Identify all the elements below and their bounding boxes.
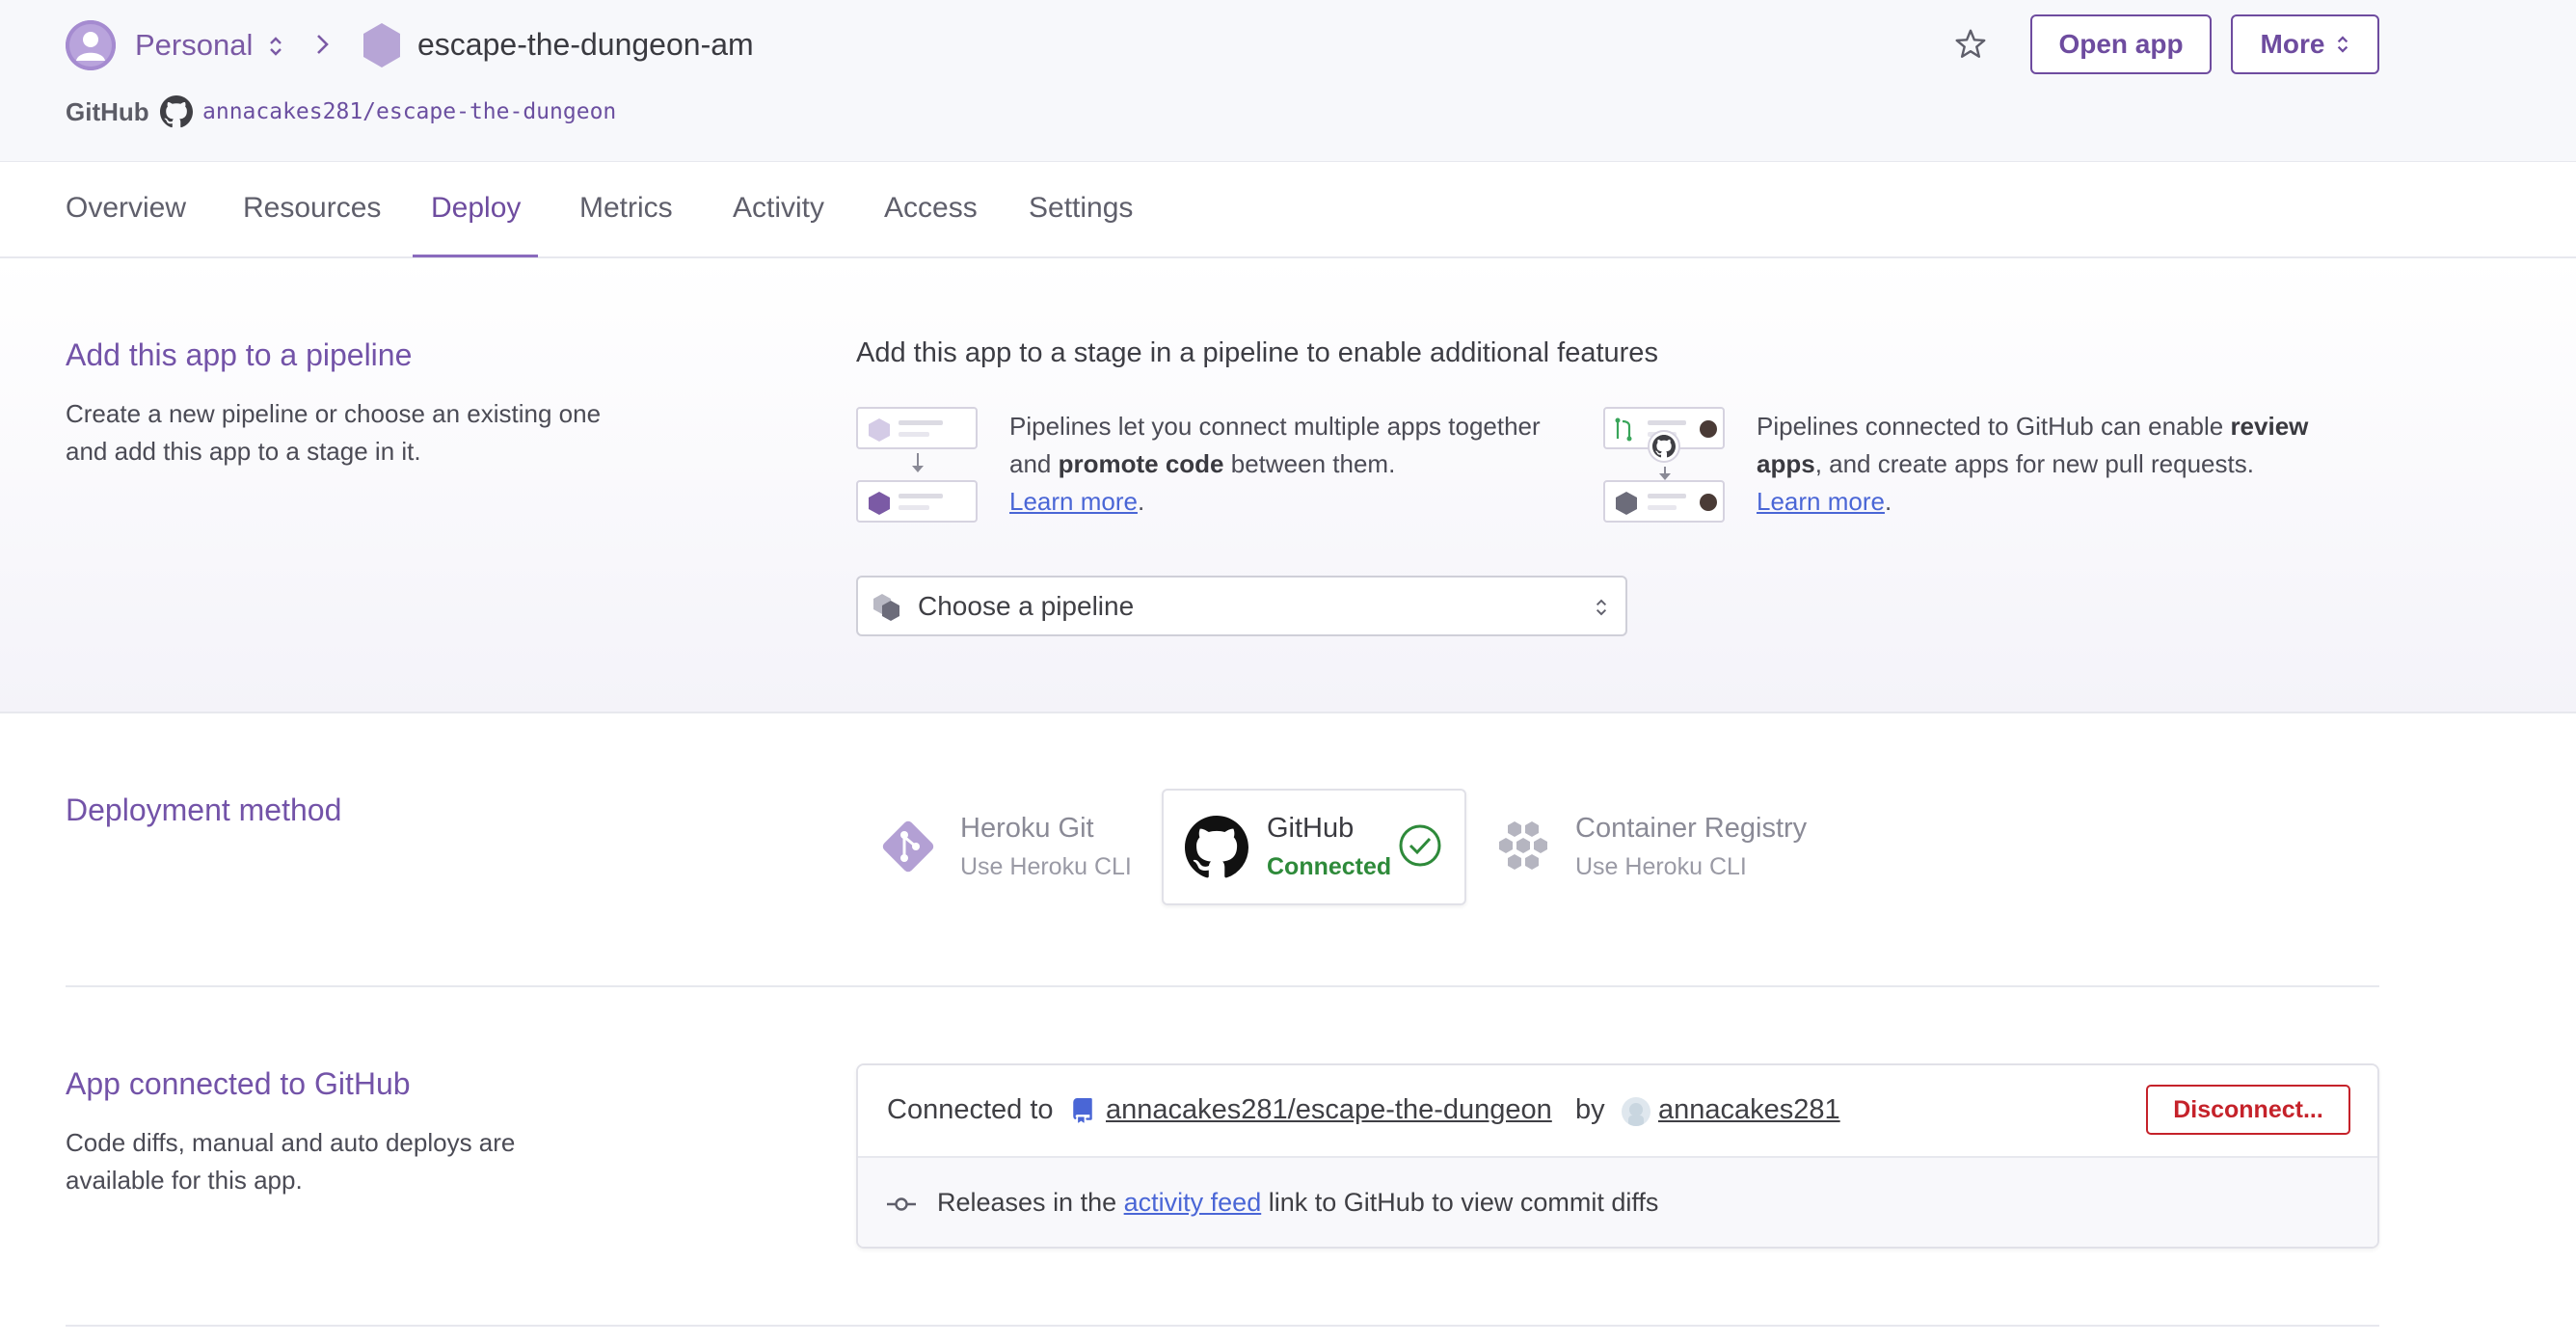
repo-link[interactable]: annacakes281/escape-the-dungeon xyxy=(1106,1065,1552,1154)
heroku-git-icon xyxy=(882,820,934,873)
section-divider xyxy=(66,985,2379,987)
releases-text: Releases in the activity feed link to Gi… xyxy=(937,1158,1658,1247)
tab-resources[interactable]: Resources xyxy=(243,162,381,256)
github-icon xyxy=(1652,435,1676,458)
activity-feed-link[interactable]: activity feed xyxy=(1124,1188,1262,1217)
feature-promote-text: Pipelines let you connect multiple apps … xyxy=(1009,408,1549,521)
chevron-updown-icon[interactable] xyxy=(268,35,283,58)
feature-promote-bold: promote code xyxy=(1058,449,1224,478)
feature-promote-tail: . xyxy=(1137,487,1145,516)
deployment-method-title: Deployment method xyxy=(66,793,342,827)
feature-review-post: , and create apps for new pull requests. xyxy=(1814,449,2254,478)
method-github-status: Connected xyxy=(1267,853,1392,880)
connected-description: Code diffs, manual and auto deploys are … xyxy=(66,1128,516,1195)
method-container-registry[interactable]: Container Registry Use Heroku CLI xyxy=(1494,800,1841,897)
learn-more-link[interactable]: Learn more xyxy=(1009,487,1138,516)
more-button[interactable]: More xyxy=(2231,14,2379,74)
releases-pre: Releases in the xyxy=(937,1188,1117,1217)
method-github[interactable]: GitHub Connected xyxy=(1162,789,1466,905)
method-container-title: Container Registry xyxy=(1575,813,1808,844)
connected-title: App connected to GitHub xyxy=(66,1066,411,1101)
tab-overview[interactable]: Overview xyxy=(66,162,186,256)
tab-deploy[interactable]: Deploy xyxy=(431,162,521,256)
pipeline-select[interactable]: Choose a pipeline xyxy=(856,576,1627,636)
promote-diagram-icon xyxy=(856,407,981,524)
github-icon xyxy=(1185,816,1248,878)
commit-icon xyxy=(887,1197,916,1211)
chevron-updown-icon xyxy=(1596,599,1607,616)
repo-icon xyxy=(1073,1098,1092,1123)
tab-metrics[interactable]: Metrics xyxy=(579,162,673,256)
method-container-sub: Use Heroku CLI xyxy=(1575,853,1747,880)
connected-to-label: Connected to xyxy=(887,1094,1054,1125)
personal-avatar-icon[interactable] xyxy=(66,20,116,70)
open-app-label: Open app xyxy=(2058,29,2184,59)
github-repo-path[interactable]: annacakes281/escape-the-dungeon xyxy=(202,97,616,126)
learn-more-link[interactable]: Learn more xyxy=(1757,487,1885,516)
github-connection-card: Connected to annacakes281/escape-the-dun… xyxy=(856,1063,2379,1249)
app-tabs: Overview Resources Deploy Metrics Activi… xyxy=(0,162,2576,258)
app-name: escape-the-dungeon-am xyxy=(417,27,754,62)
disconnect-button[interactable]: Disconnect... xyxy=(2146,1085,2350,1135)
method-heroku-git-title: Heroku Git xyxy=(960,813,1094,844)
pipeline-icon xyxy=(873,594,899,621)
open-app-button[interactable]: Open app xyxy=(2030,14,2212,74)
method-heroku-git-sub: Use Heroku CLI xyxy=(960,853,1132,880)
breadcrumb-chevron-right-icon xyxy=(317,35,329,54)
section-divider xyxy=(66,1325,2379,1327)
github-icon xyxy=(160,95,193,128)
check-circle-icon xyxy=(1399,824,1441,867)
pipeline-lead: Add this app to a stage in a pipeline to… xyxy=(856,337,1658,368)
team-switcher[interactable]: Personal xyxy=(135,26,253,65)
active-tab-indicator xyxy=(413,255,538,257)
feature-review-apps-text: Pipelines connected to GitHub can enable… xyxy=(1757,408,2374,521)
pipeline-title: Add this app to a pipeline xyxy=(66,337,413,372)
by-label: by xyxy=(1575,1094,1605,1125)
more-label: More xyxy=(2260,29,2325,59)
github-label: GitHub xyxy=(66,97,149,126)
container-registry-icon xyxy=(1499,821,1547,870)
app-hexagon-icon xyxy=(363,23,400,67)
method-heroku-git[interactable]: Heroku Git Use Heroku CLI xyxy=(873,800,1153,897)
connection-row: Connected to annacakes281/escape-the-dun… xyxy=(858,1065,2377,1158)
tab-activity[interactable]: Activity xyxy=(733,162,824,256)
disconnect-label: Disconnect... xyxy=(2173,1095,2323,1123)
app-header: Personal escape-the-dungeon-am GitHub an… xyxy=(0,0,2576,163)
feature-review-tail: . xyxy=(1884,487,1892,516)
review-apps-diagram-icon xyxy=(1603,407,1729,524)
feature-review-pre: Pipelines connected to GitHub can enable xyxy=(1757,412,2231,441)
method-github-title: GitHub xyxy=(1267,813,1355,844)
releases-row: Releases in the activity feed link to Gi… xyxy=(858,1158,2377,1247)
feature-promote-post: between them. xyxy=(1223,449,1396,478)
pipeline-description: Create a new pipeline or choose an exist… xyxy=(66,399,602,466)
user-avatar xyxy=(1622,1097,1650,1126)
star-icon[interactable] xyxy=(1953,27,1988,62)
tab-access[interactable]: Access xyxy=(884,162,978,256)
user-link[interactable]: annacakes281 xyxy=(1658,1065,1840,1154)
chevron-updown-icon xyxy=(2338,36,2348,53)
tab-settings[interactable]: Settings xyxy=(1029,162,1133,256)
pipeline-select-placeholder: Choose a pipeline xyxy=(918,591,1135,621)
releases-post: link to GitHub to view commit diffs xyxy=(1268,1188,1659,1217)
